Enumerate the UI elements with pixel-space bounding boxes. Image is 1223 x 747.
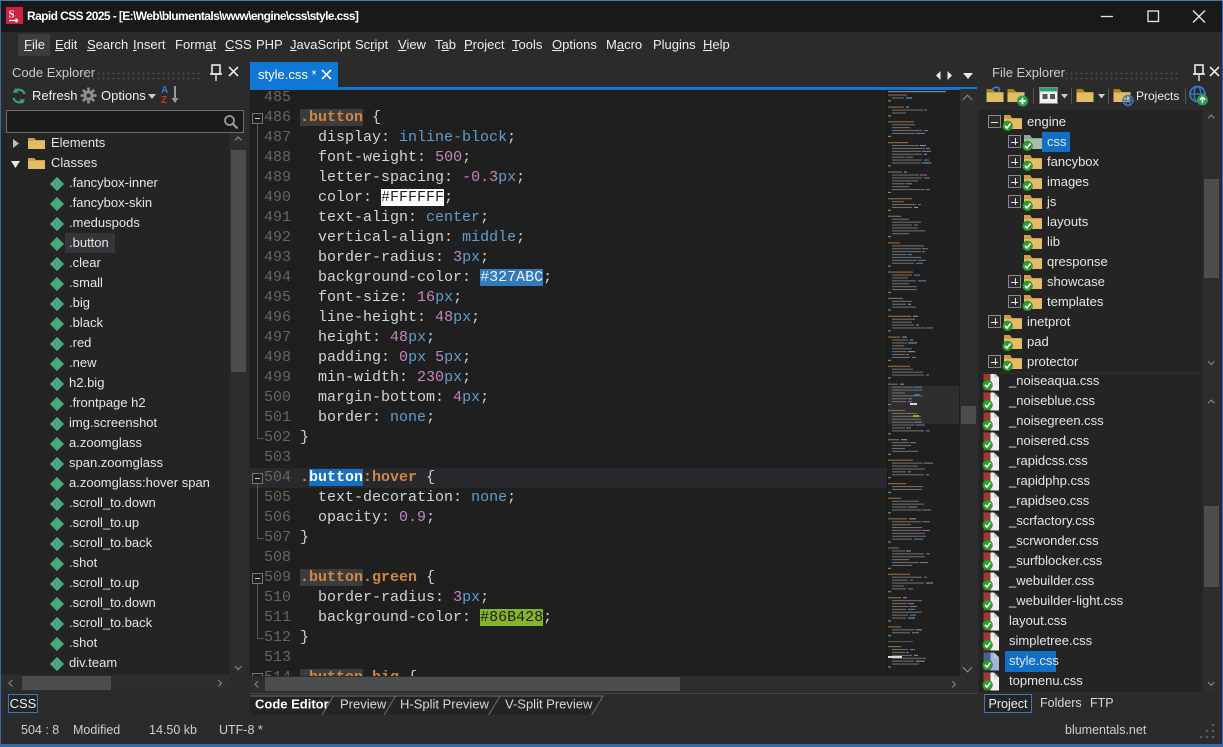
svg-text:Code Editor: Code Editor <box>255 697 329 712</box>
svg-text:V-Split Preview: V-Split Preview <box>505 697 593 712</box>
svg-text:Preview: Preview <box>340 697 387 712</box>
svg-text:S: S <box>9 9 15 21</box>
svg-text:Z: Z <box>161 95 167 106</box>
svg-text:H-Split Preview: H-Split Preview <box>400 697 489 712</box>
